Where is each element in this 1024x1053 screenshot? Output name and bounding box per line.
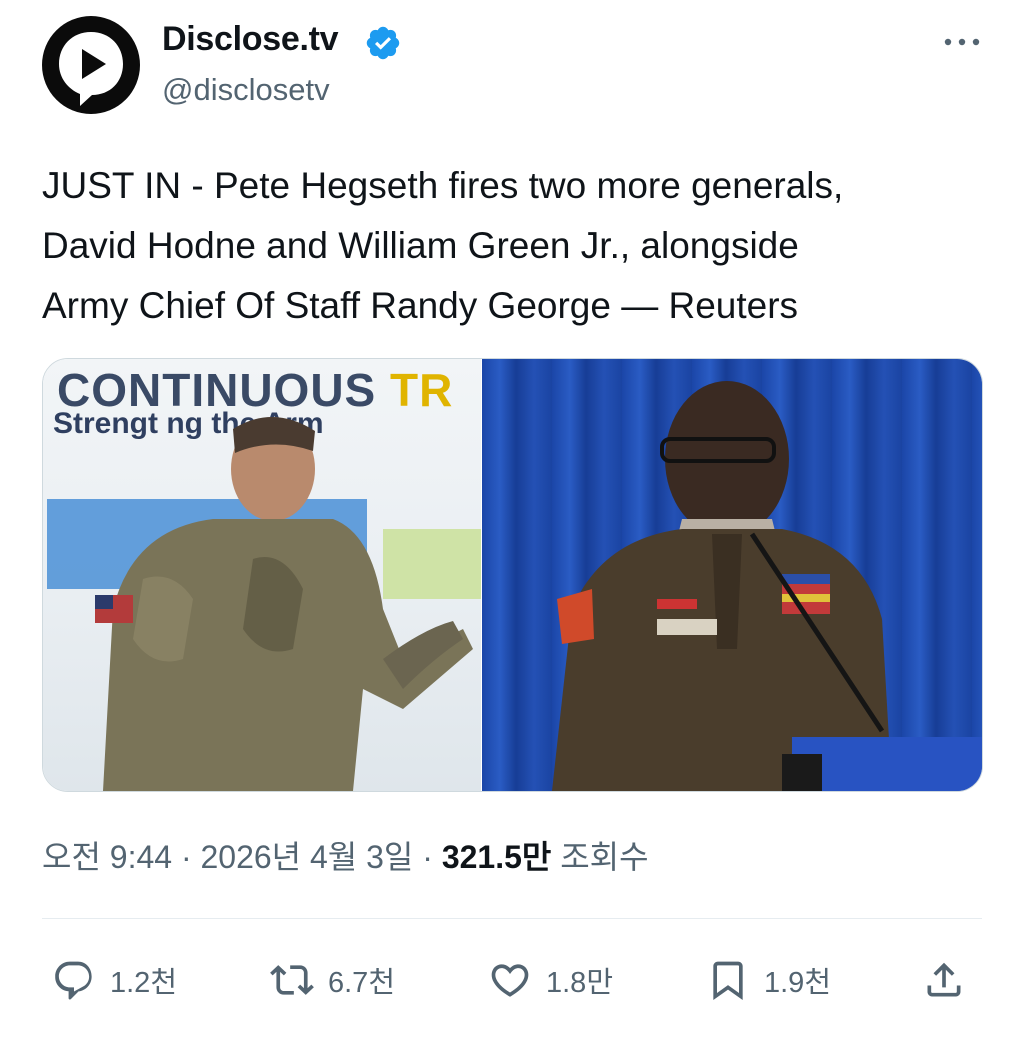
repost-button[interactable]: 6.7천 (270, 955, 395, 1005)
person-silhouette-right (552, 381, 982, 791)
share-icon (927, 962, 961, 997)
tweet-text: JUST IN - Pete Hegseth fires two more ge… (42, 165, 844, 326)
tweet-media[interactable]: CONTINUOUS TR Strengt ng the Arm (42, 358, 983, 792)
reply-button[interactable]: 1.2천 (52, 955, 177, 1005)
tweet-meta: 오전 9:44 · 2026년 4월 3일 · 321.5만 조회수 (42, 832, 649, 878)
timestamp[interactable]: 오전 9:44 · 2026년 4월 3일 · (42, 839, 442, 875)
bookmark-button[interactable]: 1.9천 (706, 955, 831, 1005)
repost-count: 6.7천 (328, 967, 395, 999)
reply-icon (55, 961, 92, 1000)
repost-icon (270, 965, 314, 995)
media-photo-right[interactable] (482, 359, 982, 791)
avatar[interactable] (42, 16, 140, 114)
share-button[interactable] (922, 955, 966, 1005)
media-photo-left[interactable]: CONTINUOUS TR Strengt ng the Arm (43, 359, 481, 791)
divider (42, 918, 982, 919)
author-handle[interactable]: @disclosetv (162, 72, 330, 108)
verified-badge-icon (364, 24, 402, 62)
bookmark-count: 1.9천 (764, 967, 831, 999)
like-count: 1.8만 (546, 967, 613, 999)
bookmark-icon (713, 961, 743, 1001)
like-icon (491, 964, 529, 997)
like-button[interactable]: 1.8만 (488, 955, 613, 1005)
reply-count: 1.2천 (110, 967, 177, 999)
view-label: 조회수 (551, 839, 649, 875)
more-icon[interactable] (942, 22, 982, 62)
author-display-name[interactable]: Disclose.tv (162, 20, 339, 59)
view-count: 321.5만 (441, 839, 552, 875)
play-logo-icon (59, 32, 123, 106)
person-silhouette-left (95, 416, 473, 791)
